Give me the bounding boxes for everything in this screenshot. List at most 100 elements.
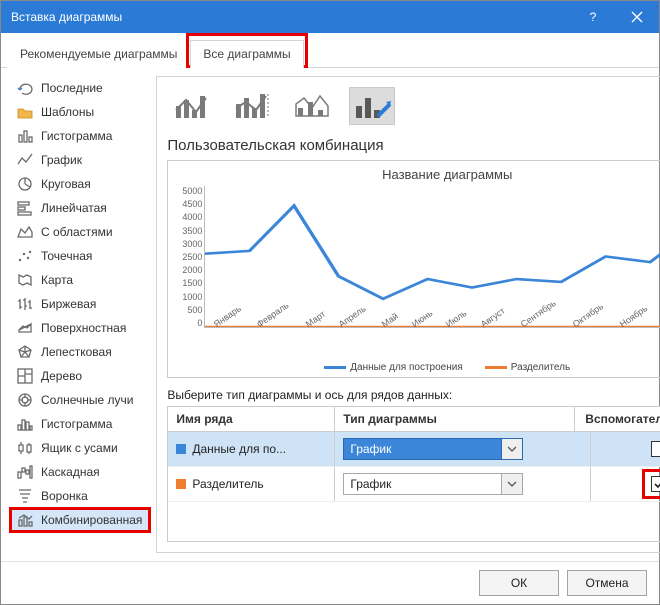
- category-label: График: [41, 153, 82, 167]
- combo-dropdown-button[interactable]: [501, 473, 523, 495]
- category-label: Каскадная: [41, 465, 100, 479]
- category-label: Комбинированная: [41, 513, 142, 527]
- histogram-chart-icon: [17, 416, 33, 432]
- category-label: Дерево: [41, 369, 82, 383]
- treemap-chart-icon: [17, 368, 33, 384]
- primary-y-axis: 5000450040003500300025002000150010005000: [174, 186, 204, 328]
- legend-swatch-2: [485, 366, 507, 369]
- annotation-aux-checkbox: [642, 469, 660, 499]
- category-label: С областями: [41, 225, 113, 239]
- map-chart-icon: [17, 272, 33, 288]
- category-label: Точечная: [41, 249, 92, 263]
- chart-type-combo[interactable]: График: [343, 438, 523, 460]
- table-header: Имя ряда Тип диаграммы Вспомогательная о…: [168, 407, 660, 432]
- chart-type-combo[interactable]: График: [343, 473, 523, 495]
- category-label: Солнечные лучи: [41, 393, 133, 407]
- tab-recommended-label: Рекомендуемые диаграммы: [20, 47, 177, 61]
- th-name: Имя ряда: [168, 407, 335, 431]
- tab-all-label: Все диаграммы: [203, 47, 290, 61]
- custom-combo-title: Пользовательская комбинация: [167, 137, 660, 154]
- category-histogram[interactable]: Гистограмма: [9, 412, 148, 436]
- secondary-axis-checkbox[interactable]: [651, 441, 660, 457]
- category-label: Воронка: [41, 489, 88, 503]
- category-column[interactable]: Гистограмма: [9, 124, 148, 148]
- stock-chart-icon: [17, 296, 33, 312]
- help-button[interactable]: ?: [571, 1, 615, 33]
- th-aux: Вспомогательная ось: [575, 407, 660, 431]
- category-bar[interactable]: Линейчатая: [9, 196, 148, 220]
- close-button[interactable]: [615, 1, 659, 33]
- category-label: Гистограмма: [41, 417, 112, 431]
- category-treemap[interactable]: Дерево: [9, 364, 148, 388]
- category-label: Шаблоны: [41, 105, 94, 119]
- category-sunburst[interactable]: Солнечные лучи: [9, 388, 148, 412]
- subtype-4-custom[interactable]: [349, 87, 395, 125]
- category-label: Поверхностная: [41, 321, 126, 335]
- subtype-3[interactable]: [289, 87, 335, 125]
- chart-legend: Данные для построения Разделитель: [174, 356, 660, 375]
- line-chart-icon: [17, 152, 33, 168]
- table-row[interactable]: Разделитель График: [168, 467, 660, 502]
- surface-chart-icon: [17, 320, 33, 336]
- chart-preview-title: Название диаграммы: [174, 167, 660, 182]
- category-label: Последние: [41, 81, 103, 95]
- insert-chart-dialog: Вставка диаграммы ? Рекомендуемые диагра…: [0, 0, 660, 605]
- cancel-button[interactable]: Отмена: [567, 570, 647, 596]
- close-icon: [631, 11, 643, 23]
- series-name: Разделитель: [192, 477, 263, 491]
- category-funnel[interactable]: Воронка: [9, 484, 148, 508]
- area-chart-icon: [17, 224, 33, 240]
- combo-value: График: [343, 438, 501, 460]
- funnel-chart-icon: [17, 488, 33, 504]
- column-chart-icon: [17, 128, 33, 144]
- combo-chart-icon: [17, 512, 33, 528]
- category-stock[interactable]: Биржевая: [9, 292, 148, 316]
- series-name: Данные для по...: [192, 442, 286, 456]
- bar-chart-icon: [17, 200, 33, 216]
- category-label: Ящик с усами: [41, 441, 118, 455]
- window-title: Вставка диаграммы: [1, 10, 571, 24]
- dialog-footer: ОК Отмена: [1, 561, 659, 604]
- combo-subtype-row: [167, 85, 660, 133]
- chevron-down-icon: [507, 444, 517, 454]
- sunburst-chart-icon: [17, 392, 33, 408]
- category-map[interactable]: Карта: [9, 268, 148, 292]
- category-label: Линейчатая: [41, 201, 107, 215]
- subtype-2[interactable]: [229, 87, 275, 125]
- recent-icon: [17, 80, 33, 96]
- category-label: Лепестковая: [41, 345, 112, 359]
- combo-dropdown-button[interactable]: [501, 438, 523, 460]
- category-waterfall[interactable]: Каскадная: [9, 460, 148, 484]
- legend-label-2: Разделитель: [511, 362, 570, 373]
- category-scatter[interactable]: Точечная: [9, 244, 148, 268]
- category-templates[interactable]: Шаблоны: [9, 100, 148, 124]
- table-row[interactable]: Данные для по... График: [168, 432, 660, 467]
- folder-icon: [17, 104, 33, 120]
- titlebar: Вставка диаграммы ?: [1, 1, 659, 33]
- series-color-swatch: [176, 479, 186, 489]
- chart-category-list: Последние Шаблоны Гистограмма График Кру…: [9, 76, 148, 553]
- category-recent[interactable]: Последние: [9, 76, 148, 100]
- chart-preview: Название диаграммы 500045004000350030002…: [167, 160, 660, 378]
- category-line[interactable]: График: [9, 148, 148, 172]
- category-label: Карта: [41, 273, 73, 287]
- category-combo[interactable]: Комбинированная: [9, 508, 148, 532]
- pie-chart-icon: [17, 176, 33, 192]
- scatter-chart-icon: [17, 248, 33, 264]
- category-label: Биржевая: [41, 297, 96, 311]
- category-surface[interactable]: Поверхностная: [9, 316, 148, 340]
- combo-value: График: [343, 473, 501, 495]
- legend-label-1: Данные для построения: [350, 362, 463, 373]
- category-area[interactable]: С областями: [9, 220, 148, 244]
- tab-bar: Рекомендуемые диаграммы Все диаграммы: [1, 33, 659, 68]
- category-radar[interactable]: Лепестковая: [9, 340, 148, 364]
- category-boxwhisker[interactable]: Ящик с усами: [9, 436, 148, 460]
- tab-all-charts[interactable]: Все диаграммы: [190, 40, 303, 68]
- tab-recommended[interactable]: Рекомендуемые диаграммы: [7, 40, 190, 68]
- category-pie[interactable]: Круговая: [9, 172, 148, 196]
- series-instruction: Выберите тип диаграммы и ось для рядов д…: [167, 388, 660, 402]
- subtype-1[interactable]: [169, 87, 215, 125]
- waterfall-chart-icon: [17, 464, 33, 480]
- boxwhisker-chart-icon: [17, 440, 33, 456]
- ok-button[interactable]: ОК: [479, 570, 559, 596]
